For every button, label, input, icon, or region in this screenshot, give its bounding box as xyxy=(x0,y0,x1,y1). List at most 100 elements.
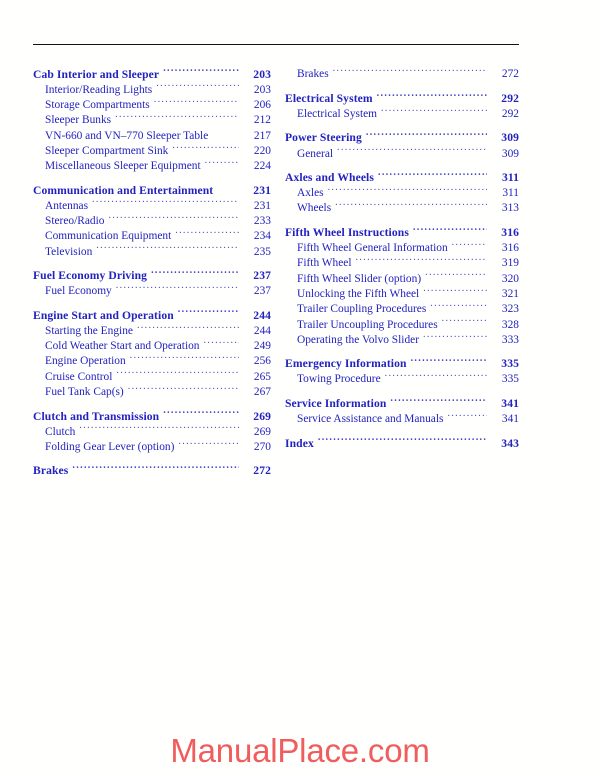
toc-sub-entry[interactable]: Brakes 272 xyxy=(285,66,519,81)
toc-column-left: Cab Interior and Sleeper203Interior/Read… xyxy=(33,66,271,478)
toc-entry-label: Fifth Wheel Instructions xyxy=(285,225,409,239)
toc-sub-entry[interactable]: Fifth Wheel 319 xyxy=(285,255,519,270)
toc-sub-entry[interactable]: Fuel Tank Cap(s) 267 xyxy=(33,384,271,399)
toc-dot-leader xyxy=(337,145,487,156)
toc-dot-leader xyxy=(205,158,239,169)
toc-sub-entry[interactable]: Television 235 xyxy=(33,243,271,258)
toc-entry-label: Fifth Wheel xyxy=(297,257,352,270)
toc-dot-leader xyxy=(423,331,487,342)
toc-sub-entry[interactable]: Towing Procedure 335 xyxy=(285,371,519,386)
toc-page-number: 320 xyxy=(501,272,519,285)
toc-section-entry[interactable]: Communication and Entertainment 231 xyxy=(33,182,271,197)
toc-sub-entry[interactable]: Sleeper Bunks 212 xyxy=(33,112,271,127)
toc-page: Cab Interior and Sleeper203Interior/Read… xyxy=(0,0,600,776)
toc-dot-leader xyxy=(115,112,239,123)
toc-page-number: 224 xyxy=(253,160,271,173)
toc-page-number: 311 xyxy=(501,171,519,185)
toc-sub-entry[interactable]: Stereo/Radio 233 xyxy=(33,213,271,228)
toc-page-number: 309 xyxy=(501,147,519,160)
toc-section-entry[interactable]: Fifth Wheel Instructions 316 xyxy=(285,224,519,239)
toc-section-entry[interactable]: Engine Start and Operation 244 xyxy=(33,307,271,322)
toc-dot-leader xyxy=(178,307,239,319)
toc-page-number: 237 xyxy=(253,269,271,283)
toc-dot-leader xyxy=(447,411,487,422)
toc-page-number: 272 xyxy=(253,464,271,478)
toc-page-number: 206 xyxy=(253,98,271,111)
toc-entry-label: Interior/Reading Lights xyxy=(45,83,153,96)
toc-entry-label: Operating the Volvo Slider xyxy=(297,333,420,346)
toc-dot-leader xyxy=(163,66,239,78)
toc-page-number: 341 xyxy=(501,396,519,410)
toc-sub-entry[interactable]: VN-660 and VN–770 Sleeper Table 217 xyxy=(33,127,271,142)
toc-sub-entry[interactable]: Communication Equipment234 xyxy=(33,228,271,243)
toc-sub-entry[interactable]: Miscellaneous Sleeper Equipment 224 xyxy=(33,158,271,173)
toc-sub-entry[interactable]: Electrical System 292 xyxy=(285,106,519,121)
toc-sub-entry[interactable]: Service Assistance and Manuals 341 xyxy=(285,411,519,426)
toc-dot-leader xyxy=(151,268,239,280)
toc-entry-label: Sleeper Bunks xyxy=(45,114,112,127)
toc-dot-leader xyxy=(156,81,239,92)
toc-entry-label: Antennas xyxy=(45,199,89,212)
toc-page-number: 316 xyxy=(501,242,519,255)
toc-sub-entry[interactable]: Trailer Uncoupling Procedures 328 xyxy=(285,316,519,331)
toc-sub-entry[interactable]: Fuel Economy 237 xyxy=(33,283,271,298)
toc-section-entry[interactable]: Service Information 341 xyxy=(285,395,519,410)
toc-dot-leader xyxy=(413,224,487,236)
toc-sub-entry[interactable]: Storage Compartments206 xyxy=(33,97,271,112)
toc-page-number: 328 xyxy=(501,318,519,331)
toc-entry-label: Fuel Economy xyxy=(45,285,112,298)
toc-page-number: 244 xyxy=(253,308,271,322)
toc-sub-entry[interactable]: Cruise Control 265 xyxy=(33,368,271,383)
toc-dot-leader xyxy=(333,66,487,77)
toc-section-entry[interactable]: Clutch and Transmission 269 xyxy=(33,408,271,423)
toc-sub-entry[interactable]: Axles 311 xyxy=(285,185,519,200)
toc-sub-entry[interactable]: General 309 xyxy=(285,145,519,160)
toc-dot-leader xyxy=(154,97,239,108)
toc-section-entry[interactable]: Electrical System 292 xyxy=(285,90,519,105)
toc-sub-entry[interactable]: Cold Weather Start and Operation249 xyxy=(33,338,271,353)
toc-page-number: 333 xyxy=(501,333,519,346)
toc-sub-entry[interactable]: Sleeper Compartment Sink 220 xyxy=(33,142,271,157)
toc-sub-entry[interactable]: Clutch 269 xyxy=(33,423,271,438)
toc-dot-leader xyxy=(377,90,487,102)
toc-dot-leader xyxy=(452,240,487,251)
toc-entry-label: Power Steering xyxy=(285,131,362,145)
toc-entry-label: Clutch and Transmission xyxy=(33,409,160,423)
toc-section-entry[interactable]: Axles and Wheels 311 xyxy=(285,169,519,184)
toc-dot-leader xyxy=(130,353,239,364)
toc-sub-entry[interactable]: Trailer Coupling Procedures 323 xyxy=(285,301,519,316)
toc-entry-label: Fuel Economy Driving xyxy=(33,269,148,283)
toc-sub-entry[interactable]: Folding Gear Lever (option) 270 xyxy=(33,439,271,454)
toc-page-number: 237 xyxy=(253,285,271,298)
toc-section-entry[interactable]: Index 343 xyxy=(285,435,519,450)
toc-sub-entry[interactable]: Operating the Volvo Slider 333 xyxy=(285,331,519,346)
toc-dot-leader xyxy=(425,270,487,281)
toc-sub-entry[interactable]: Antennas 231 xyxy=(33,197,271,212)
toc-section-entry[interactable]: Cab Interior and Sleeper 203 xyxy=(33,66,271,81)
toc-entry-label: Brakes xyxy=(297,68,329,81)
toc-sub-entry[interactable]: Engine Operation256 xyxy=(33,353,271,368)
toc-section-entry[interactable]: Brakes 272 xyxy=(33,463,271,478)
toc-sub-entry[interactable]: Fifth Wheel General Information316 xyxy=(285,240,519,255)
toc-section-entry[interactable]: Emergency Information 335 xyxy=(285,356,519,371)
toc-entry-label: Axles and Wheels xyxy=(285,171,374,185)
toc-dot-leader xyxy=(204,338,239,349)
toc-sub-entry[interactable]: Wheels 313 xyxy=(285,200,519,215)
toc-dot-leader xyxy=(92,197,239,208)
toc-entry-label: Stereo/Radio xyxy=(45,215,105,228)
toc-sub-entry[interactable]: Starting the Engine 244 xyxy=(33,322,271,337)
toc-dot-leader xyxy=(335,200,487,211)
toc-sub-entry[interactable]: Fifth Wheel Slider (option) 320 xyxy=(285,270,519,285)
toc-entry-label: Miscellaneous Sleeper Equipment xyxy=(45,160,201,173)
toc-entry-label: Communication and Entertainment xyxy=(33,183,214,197)
toc-dot-leader xyxy=(378,169,487,181)
toc-sub-entry[interactable]: Interior/Reading Lights 203 xyxy=(33,81,271,96)
toc-sub-entry[interactable]: Unlocking the Fifth Wheel 321 xyxy=(285,286,519,301)
toc-section-entry[interactable]: Fuel Economy Driving 237 xyxy=(33,268,271,283)
toc-dot-leader xyxy=(116,368,239,379)
toc-page-number: 203 xyxy=(253,67,271,81)
toc-dot-leader xyxy=(163,408,239,420)
toc-dot-leader xyxy=(442,316,487,327)
toc-page-number: 292 xyxy=(501,91,519,105)
toc-section-entry[interactable]: Power Steering 309 xyxy=(285,130,519,145)
